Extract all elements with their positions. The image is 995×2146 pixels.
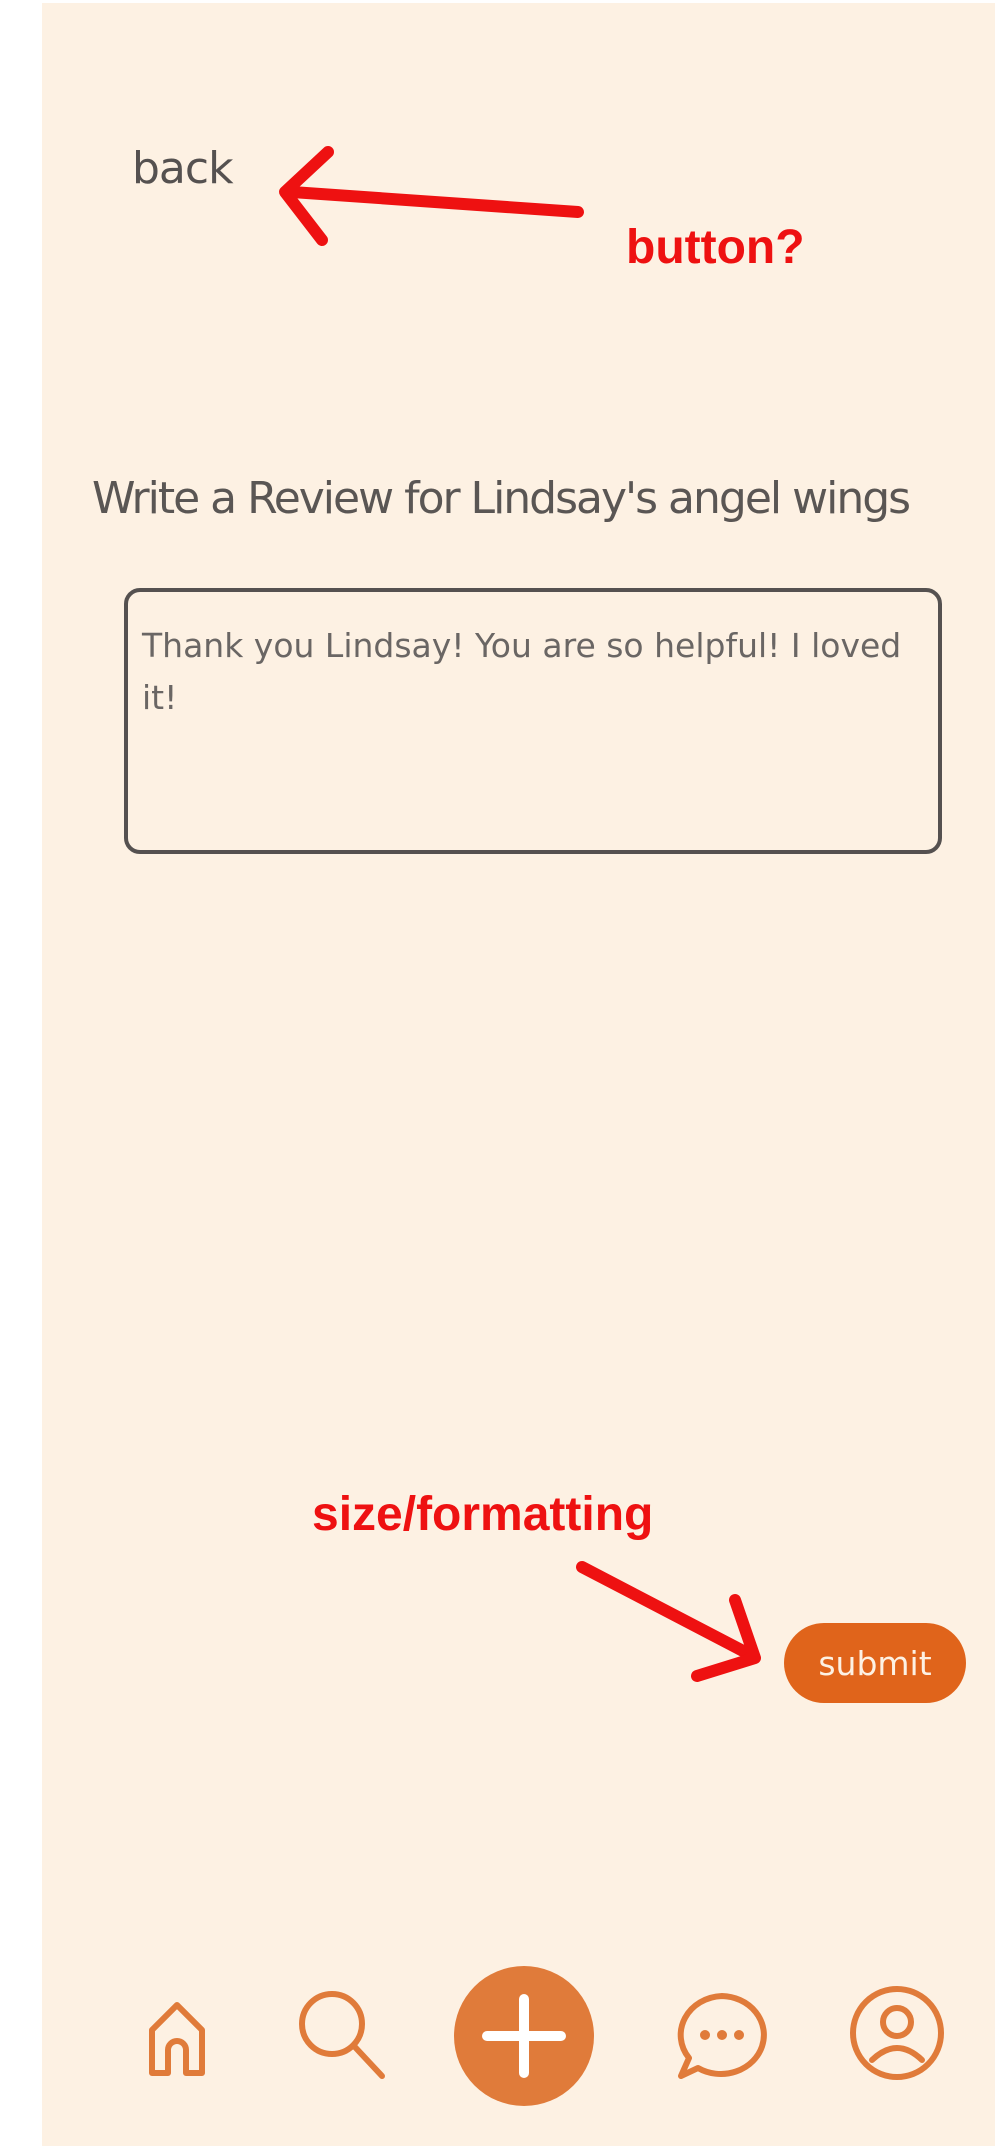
back-annotation-text: button? — [626, 221, 805, 274]
submit-arrow-annotation — [576, 1561, 761, 1682]
back-arrow-annotation — [279, 146, 584, 246]
submit-annotation-text: size/formatting — [312, 1488, 654, 1541]
annotation-arrows — [279, 146, 761, 1682]
